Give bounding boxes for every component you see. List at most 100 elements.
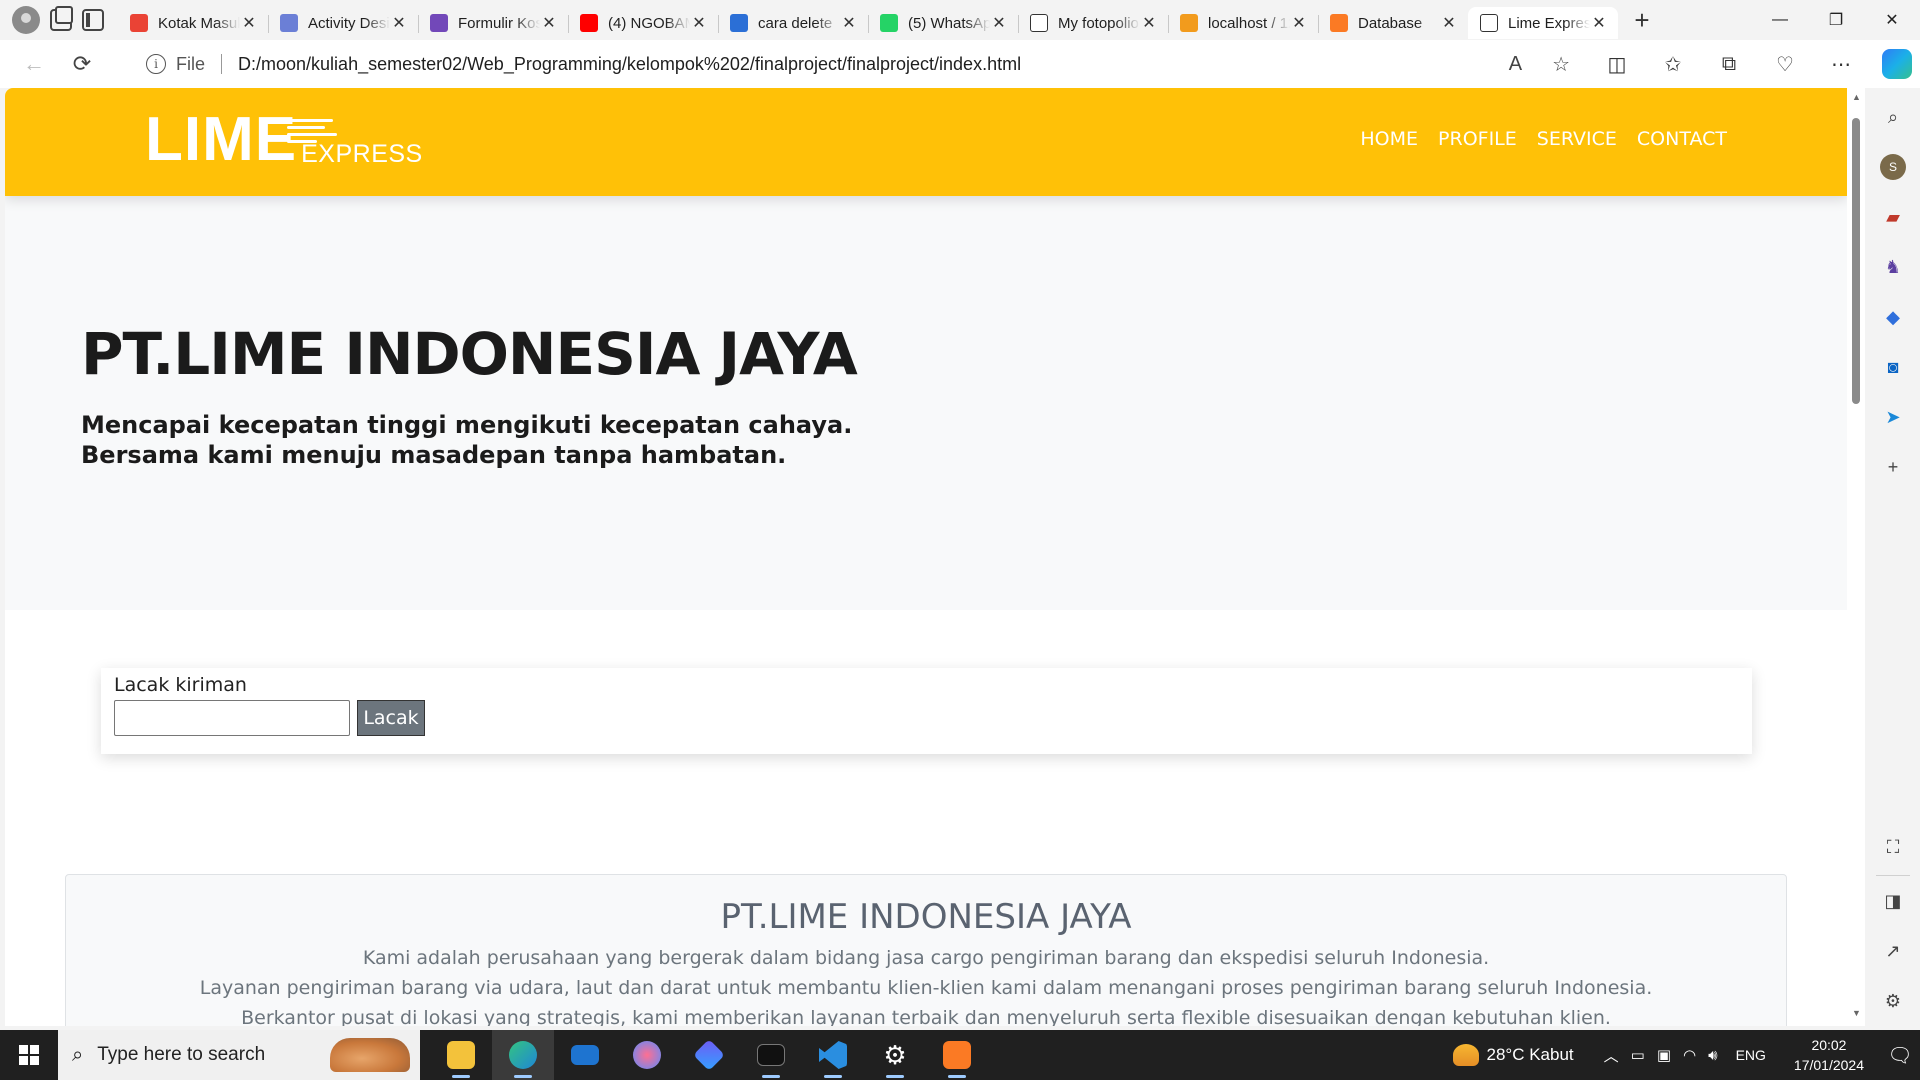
whatsapp-icon (880, 14, 898, 32)
device-icon[interactable]: ▭ (1631, 1046, 1645, 1064)
hero-title: PT.LIME INDONESIA JAYA (81, 320, 858, 388)
open-external-icon[interactable]: ↗ (1880, 938, 1906, 964)
terminal-icon[interactable] (740, 1030, 802, 1080)
xampp-taskbar-icon[interactable] (926, 1030, 988, 1080)
scroll-down-arrow[interactable]: ▼ (1852, 1008, 1861, 1018)
show-hidden-icons-chevron-icon[interactable]: ︿ (1604, 1045, 1619, 1066)
restore-button[interactable]: ❐ (1808, 0, 1864, 40)
vertical-tabs-icon[interactable] (82, 9, 104, 31)
scheme-label: File (176, 53, 206, 74)
close-tab-icon[interactable]: ✕ (1290, 13, 1308, 33)
collections-icon[interactable]: ⧉ (1712, 47, 1746, 81)
add-sidebar-app-icon[interactable]: + (1880, 454, 1906, 480)
close-tab-icon[interactable]: ✕ (1140, 13, 1158, 33)
minimize-button[interactable]: — (1752, 0, 1808, 40)
start-button[interactable] (0, 1030, 58, 1080)
menu-service[interactable]: SERVICE (1537, 128, 1617, 150)
edge-sidebar: ⌕ S ▰ ♞ ◆ ◙ ➤ + ⛶ ◨ ↗ ⚙ (1866, 88, 1920, 1026)
more-menu-icon[interactable]: ⋯ (1824, 47, 1858, 81)
browser-essentials-icon[interactable]: ♡ (1768, 47, 1802, 81)
close-tab-icon[interactable]: ✕ (990, 13, 1008, 33)
network-icon[interactable]: ◠ (1683, 1046, 1696, 1064)
taskbar-search[interactable]: ⌕ Type here to search (58, 1030, 420, 1080)
close-tab-icon[interactable]: ✕ (540, 13, 558, 33)
menu-contact[interactable]: CONTACT (1637, 128, 1727, 150)
phpmyadmin-icon (1180, 14, 1198, 32)
send-icon[interactable]: ➤ (1880, 404, 1906, 430)
scroll-up-arrow[interactable]: ▲ (1852, 92, 1861, 102)
games-icon[interactable]: ♞ (1880, 254, 1906, 280)
taskbar-search-placeholder: Type here to search (97, 1044, 266, 1065)
tab-title: (5) WhatsApp (908, 14, 990, 32)
language-indicator[interactable]: ENG (1736, 1047, 1766, 1063)
close-tab-icon[interactable]: ✕ (240, 13, 258, 33)
menu-profile[interactable]: PROFILE (1438, 128, 1517, 150)
sidebar-settings-icon[interactable]: ⚙ (1880, 988, 1906, 1014)
microsoft365-icon[interactable]: ◆ (1880, 304, 1906, 330)
logo-speed-lines (287, 119, 337, 147)
close-window-button[interactable]: ✕ (1864, 0, 1920, 40)
about-paragraph-1: Kami adalah perusahaan yang bergerak dal… (362, 947, 1490, 969)
favorite-star-icon[interactable]: ☆ (1552, 52, 1570, 77)
browser-tab[interactable]: (4) NGOBAM ✕ (568, 7, 718, 39)
browser-tab[interactable]: (5) WhatsApp✕ (868, 7, 1018, 39)
tracking-card: Lacak kiriman Lacak (101, 668, 1752, 754)
browser-tab[interactable]: Formulir Kosong✕ (418, 7, 568, 39)
page-viewport: LIME EXPRESS HOME PROFILE SERVICE CONTAC… (5, 88, 1847, 1026)
outlook-icon[interactable]: ◙ (1880, 354, 1906, 380)
search-icon (730, 14, 748, 32)
browser-tab[interactable]: Database ✕ (1318, 7, 1468, 39)
page-scrollbar[interactable]: ▲ ▼ (1847, 88, 1865, 1026)
new-tab-button[interactable]: + (1624, 2, 1660, 38)
tab-title: cara delete (758, 14, 833, 32)
about-section: PT.LIME INDONESIA JAYA Kami adalah perus… (65, 874, 1787, 1026)
browser-tab[interactable]: cara delete ✕ (718, 7, 868, 39)
copilot-icon[interactable] (1880, 47, 1914, 81)
copilot-taskbar-icon[interactable] (678, 1030, 740, 1080)
workspaces-icon[interactable] (50, 6, 73, 31)
settings-gear-icon[interactable]: ⚙ (864, 1030, 926, 1080)
vscode-icon[interactable] (802, 1030, 864, 1080)
refresh-button[interactable]: ⟳ (62, 44, 102, 84)
edge-taskbar-icon[interactable] (492, 1030, 554, 1080)
browser-tab[interactable]: Kotak Masuk ✕ (118, 7, 268, 39)
about-paragraph-2: Layanan pengiriman barang via udara, lau… (199, 977, 1653, 999)
sidebar-avatar[interactable]: S (1880, 154, 1906, 180)
close-tab-icon[interactable]: ✕ (690, 13, 708, 33)
tracking-input[interactable] (114, 700, 350, 736)
track-button[interactable]: Lacak (357, 700, 425, 736)
close-tab-icon[interactable]: ✕ (390, 13, 408, 33)
browser-tab[interactable]: Activity Designer✕ (268, 7, 418, 39)
browser-tab[interactable]: Lime Express ✕ (1468, 7, 1618, 39)
weather-widget[interactable]: 28°C Kabut (1452, 1044, 1574, 1066)
hero-tagline: Mencapai kecepatan tinggi mengikuti kece… (81, 410, 852, 470)
profile-icon[interactable] (12, 6, 40, 34)
screenshot-icon[interactable]: ⛶ (1880, 834, 1906, 860)
favorites-icon[interactable]: ✩ (1656, 47, 1690, 81)
sidebar-search-icon[interactable]: ⌕ (1880, 104, 1906, 130)
volume-icon[interactable]: 🔊︎ (1708, 1047, 1717, 1064)
browser-tab-strip: Kotak Masuk✕Activity Designer✕Formulir K… (0, 0, 1920, 40)
hide-sidebar-icon[interactable]: ◨ (1880, 888, 1906, 914)
menu-home[interactable]: HOME (1360, 128, 1418, 150)
file-explorer-icon[interactable] (430, 1030, 492, 1080)
address-bar[interactable]: i File D:/moon/kuliah_semester02/Web_Pro… (126, 44, 1584, 84)
paint-icon[interactable] (616, 1030, 678, 1080)
site-logo[interactable]: LIME EXPRESS (145, 109, 423, 171)
browser-tab[interactable]: localhost / 127✕ (1168, 7, 1318, 39)
close-tab-icon[interactable]: ✕ (1590, 13, 1608, 33)
close-tab-icon[interactable]: ✕ (1440, 13, 1458, 33)
read-aloud-icon[interactable]: A (1509, 53, 1522, 76)
browser-tab[interactable]: My fotopolio ✕ (1018, 7, 1168, 39)
scroll-thumb[interactable] (1852, 118, 1860, 404)
close-tab-icon[interactable]: ✕ (840, 13, 858, 33)
clock[interactable]: 20:02 17/01/2024 (1794, 1035, 1864, 1075)
url-text[interactable]: D:/moon/kuliah_semester02/Web_Programmin… (238, 54, 1021, 75)
back-button[interactable]: ← (14, 44, 54, 84)
notification-center-icon[interactable]: 🗨︎ (1880, 1030, 1920, 1080)
split-screen-icon[interactable]: ◫ (1600, 47, 1634, 81)
meet-now-icon[interactable]: ▣ (1657, 1046, 1671, 1064)
tools-briefcase-icon[interactable]: ▰ (1880, 204, 1906, 230)
info-icon[interactable]: i (146, 54, 166, 74)
mail-icon[interactable] (554, 1030, 616, 1080)
